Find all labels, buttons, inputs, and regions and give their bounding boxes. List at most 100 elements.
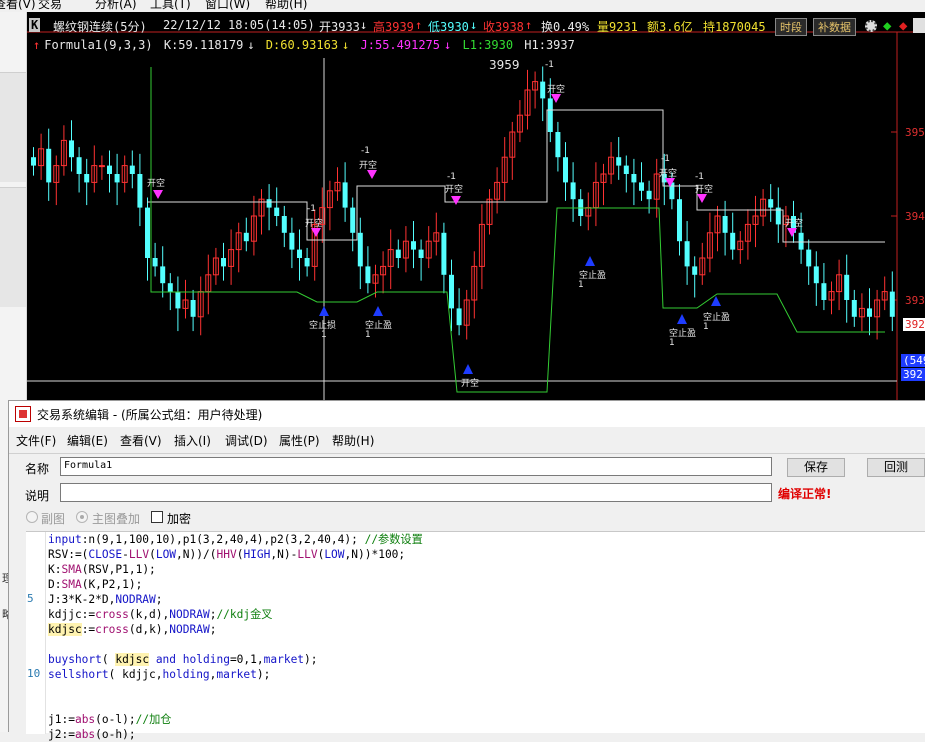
cover-marker [585,256,595,266]
upper-channel-line [147,109,885,243]
down-arrow-icon: ↓ [342,38,350,52]
description-label: 说明 [25,489,50,503]
open-short-label: 开空 [547,85,566,95]
candle-body [540,81,546,99]
red-diamond-icon[interactable]: ◆ [899,18,907,34]
candle-body [145,207,150,258]
fill-data-button[interactable]: 补数据 [813,18,856,36]
signal-count: -1 [661,154,670,164]
save-button[interactable]: 保存 [787,458,845,477]
description-field[interactable] [60,483,772,502]
sub-chart-radio[interactable] [26,511,38,523]
candle-body [730,232,736,250]
candle-body [821,283,827,300]
app-menubar: 查看(V) 交易 分析(A) 工具(T) 窗口(W) 帮助(H) [0,0,925,12]
candle-body [418,249,424,258]
candle-body [441,232,447,275]
price-tag: 392 [901,368,925,381]
candle-body [350,207,356,233]
menu-file[interactable]: 文件(F) [16,432,56,449]
code-line: D:SMA(K,P2,1); [48,578,143,591]
menu-edit[interactable]: 编辑(E) [67,432,108,449]
formula-readout: ↑ Formula1(9,3,3) K:59.118179 ↓ D:60.93163… [33,38,579,52]
candle-body [46,148,52,183]
signal-count: -1 [695,172,704,182]
last-price-tag: 3928 [903,318,925,331]
menu-debug[interactable]: 调试(D) [225,432,268,449]
down-arrow-icon: ↓ [470,18,478,32]
menu-properties[interactable]: 属性(P) [279,432,320,449]
scroll-stub[interactable] [913,18,925,33]
candle-body [851,300,857,317]
candle-body [646,190,652,200]
app-menu-view[interactable]: 查看(V) [0,0,36,12]
app-menu-trade[interactable]: 交易 [38,0,62,12]
main-overlay-radio[interactable] [76,511,88,523]
candle-body [555,132,561,158]
editor-titlebar: 交易系统编辑 - (所属公式组：用户待处理) [9,401,925,427]
candle-body [395,249,401,258]
low-price: 低3930 [428,20,469,34]
y-axis-label: 3940 [905,210,925,223]
menu-divider [9,453,925,454]
k-value: K:59.118179 [163,38,244,52]
down-arrow-icon: ↓ [247,38,255,52]
code-editor[interactable]: 5 10 input:n(9,1,100,10),p1(3,2,40,4),p2… [26,531,925,741]
symbol-title: 螺纹钢连续(5分) [53,20,147,34]
name-field[interactable]: Formula1 [60,457,772,476]
settings-icon[interactable] [865,20,877,32]
menu-view[interactable]: 查看(V) [120,432,162,449]
candle-body [411,241,416,250]
cover-marker [463,364,473,374]
open-short-label: 开空 [785,219,804,229]
period-button[interactable]: 时段 [775,18,807,36]
d-value: D:60.93163 [265,38,339,52]
candle-body [137,174,143,208]
h1-value: H1:3937 [524,38,575,52]
j-value: J:55.491275 [360,38,440,52]
code-line: J:3*K-2*D,NODRAW; [48,593,163,606]
app-menu-help[interactable]: 帮助(H) [265,0,307,12]
left-panel-block [0,72,26,182]
candle-body [365,266,371,284]
menu-help[interactable]: 帮助(H) [332,432,374,449]
line-number: 5 [27,592,34,605]
app-menu-analysis[interactable]: 分析(A) [95,0,137,12]
candle-body [677,199,682,242]
candle-body [175,291,181,309]
app-menu-tools[interactable]: 工具(T) [150,0,191,12]
sub-chart-label: 副图 [41,512,66,526]
line-number: 10 [27,667,41,680]
candle-body [31,157,36,166]
volume: 量9231 [597,20,638,34]
candle-body [844,274,850,300]
candle-body [547,98,553,132]
kline-badge[interactable]: K [29,18,41,32]
app-menu-window[interactable]: 窗口(W) [205,0,250,12]
amount: 额3.6亿 [647,20,693,34]
green-diamond-icon[interactable]: ◆ [883,18,891,34]
encrypt-checkbox[interactable] [151,511,163,523]
editor-title: 交易系统编辑 - (所属公式组：用户待处理) [37,408,263,422]
open-short-label: 开空 [445,185,464,195]
candle-body [806,249,812,267]
kline-chart[interactable]: K 螺纹钢连续(5分) 22/12/12 18:05(14:05) 开3933 … [27,12,925,400]
candle-body [639,182,644,191]
open-short-label: 开空 [461,379,480,389]
candle-body [616,157,622,166]
short-entry-marker [367,170,377,179]
app-icon [15,406,31,422]
high-price: 高3939 [373,20,414,34]
code-line: sellshort( kdjjc,holding,market); [48,668,271,681]
candle-body [167,283,173,292]
backtest-button[interactable]: 回测 [867,458,925,477]
formula-name: Formula1(9,3,3) [44,38,153,52]
candle-body [684,241,690,267]
candle-body [160,266,166,284]
menu-insert[interactable]: 插入(I) [174,432,211,449]
candle-body [449,274,454,309]
y-axis-label: 3930 [905,294,925,307]
candle-body [84,174,90,183]
name-label: 名称 [25,462,50,476]
candle-body [129,165,135,174]
